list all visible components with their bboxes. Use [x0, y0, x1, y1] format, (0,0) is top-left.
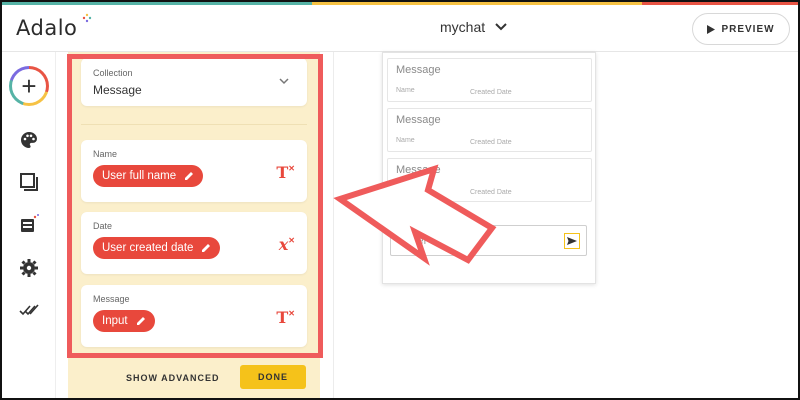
collection-select[interactable]: Collection Message — [81, 58, 307, 106]
app-selector[interactable]: mychat — [440, 19, 507, 35]
list-item-date: Created Date — [470, 139, 512, 146]
app-name: mychat — [440, 19, 486, 35]
done-button[interactable]: DONE — [240, 365, 306, 389]
chevron-down-icon — [495, 23, 507, 31]
list-item-title: Message — [396, 64, 441, 76]
field-card-message: Message Input T✕ — [81, 285, 307, 347]
list-item-date: Created Date — [470, 189, 512, 196]
magic-text-pill-date[interactable]: User created date — [93, 237, 221, 259]
list-item[interactable]: Message Name Created Date — [387, 58, 592, 102]
play-icon — [707, 24, 716, 34]
magic-text-pill-message[interactable]: Input — [93, 310, 155, 332]
field-card-name: Name User full name T✕ — [81, 140, 307, 202]
database-icon[interactable] — [19, 214, 39, 234]
plus-icon: + — [12, 69, 46, 103]
message-input[interactable]: Enter text — [390, 225, 587, 256]
pill-label: User created date — [102, 242, 194, 254]
field-label-name: Name — [93, 149, 118, 159]
list-item-name: Name — [396, 187, 415, 194]
field-label-message: Message — [93, 294, 130, 304]
list-item[interactable]: Message Name Created Date — [387, 158, 592, 202]
list-item[interactable]: Message Name Created Date — [387, 108, 592, 152]
list-item-date: Created Date — [470, 89, 512, 96]
top-bar: Adalo mychat PREVIEW — [2, 5, 798, 52]
collection-label: Collection — [93, 68, 133, 78]
settings-icon[interactable] — [19, 258, 39, 278]
collection-value: Message — [93, 83, 142, 97]
screens-icon[interactable] — [19, 172, 39, 192]
preview-label: PREVIEW — [721, 23, 775, 35]
app-window: Adalo mychat PREVIEW + Collection Messag… — [0, 0, 800, 400]
field-card-date: Date User created date x✕ — [81, 212, 307, 274]
pill-label: Input — [102, 315, 128, 327]
list-item-name: Name — [396, 137, 415, 144]
publish-checkmarks-icon[interactable] — [19, 300, 39, 320]
left-toolbar: + — [2, 52, 56, 398]
preview-button[interactable]: PREVIEW — [692, 13, 790, 45]
list-item-title: Message — [396, 164, 441, 176]
pencil-icon — [136, 317, 145, 325]
divider — [81, 124, 307, 125]
chevron-down-icon — [279, 78, 289, 85]
pill-label: User full name — [102, 170, 177, 182]
list-item-title: Message — [396, 114, 441, 126]
palette-icon[interactable] — [19, 130, 39, 150]
formula-type-icon[interactable]: x✕ — [279, 235, 295, 254]
logo-sparkle-icon — [82, 13, 92, 23]
list-item-name: Name — [396, 87, 415, 94]
adalo-logo[interactable]: Adalo — [16, 16, 77, 40]
text-type-icon[interactable]: T✕ — [276, 163, 295, 182]
text-type-icon[interactable]: T✕ — [276, 308, 295, 327]
pencil-icon — [185, 172, 194, 180]
pencil-icon — [202, 244, 211, 252]
magic-text-pill-name[interactable]: User full name — [93, 165, 204, 187]
message-input-placeholder: Enter text — [401, 235, 449, 247]
field-label-date: Date — [93, 221, 113, 231]
show-advanced-button[interactable]: SHOW ADVANCED — [126, 373, 220, 383]
send-icon[interactable] — [564, 233, 580, 249]
add-component-button[interactable]: + — [9, 66, 49, 106]
